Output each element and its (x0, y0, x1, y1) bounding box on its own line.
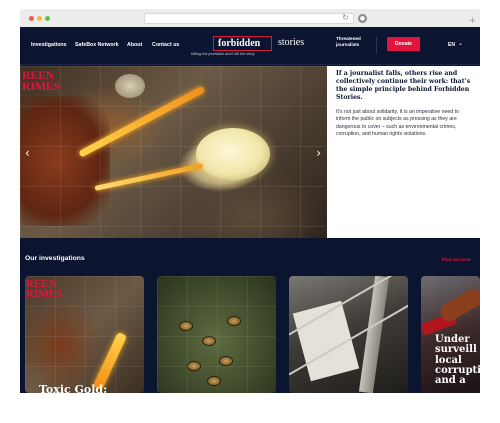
site-header: Investigations SafeBox Network About Con… (20, 27, 480, 65)
find-out-more-link[interactable]: Find out more (442, 257, 471, 262)
maximize-window-button[interactable] (45, 16, 50, 21)
hero-heading: If a journalist falls, others rise and c… (336, 70, 471, 101)
extension-icon[interactable]: ● (358, 14, 367, 23)
donate-button[interactable]: Donate (387, 37, 420, 51)
nav-about[interactable]: About (127, 42, 142, 48)
card-title: Under surveill local corrupti and a (435, 334, 480, 387)
hero-slider-image: REEN RIMES ‹ › (20, 66, 327, 238)
chevron-left-icon[interactable]: ‹ (25, 146, 30, 160)
header-divider (376, 37, 377, 54)
hero-body: It’s not just about solidarity. It is an… (336, 109, 459, 138)
new-tab-icon[interactable]: + (467, 16, 478, 27)
pole-shape (358, 276, 390, 393)
website: Investigations SafeBox Network About Con… (20, 27, 480, 393)
green-crimes-tag: REEN RIMES (26, 278, 63, 300)
chevron-down-icon[interactable]: ⌄ (458, 40, 463, 47)
minimize-window-button[interactable] (37, 16, 42, 21)
address-bar[interactable]: ↻ (144, 13, 354, 24)
threatened-journalists-link[interactable]: Threatened journalists (336, 36, 376, 48)
investigation-card[interactable]: REEN RIMES Toxic Gold: (25, 276, 144, 393)
nav-contact-us[interactable]: Contact us (152, 42, 179, 48)
investigation-card[interactable] (157, 276, 276, 393)
grid-overlay (157, 276, 276, 393)
green-crimes-tag: REEN RIMES (22, 68, 60, 93)
chevron-right-icon[interactable]: › (316, 146, 321, 160)
logo-tagline: Killing the journalist won't kill the st… (191, 52, 255, 56)
investigation-card[interactable]: Under surveill local corrupti and a (421, 276, 480, 393)
investigation-card[interactable] (289, 276, 408, 393)
card-title: Toxic Gold: (39, 383, 108, 393)
logo-main-text: forbidden (218, 38, 261, 49)
hero-text-panel: If a journalist falls, others rise and c… (327, 66, 480, 238)
grid-overlay (20, 66, 327, 238)
investigations-title: Our investigations (25, 255, 85, 262)
close-window-button[interactable] (29, 16, 34, 21)
reload-icon[interactable]: ↻ (342, 13, 349, 22)
browser-window-bar: ↻ ● + (20, 9, 480, 29)
nav-safebox-network[interactable]: SafeBox Network (75, 42, 119, 48)
arm-shape (437, 285, 480, 325)
page-bottom (20, 393, 480, 423)
logo-secondary-text: stories (278, 37, 305, 48)
language-selector[interactable]: EN (448, 42, 455, 48)
logo[interactable]: forbidden (213, 36, 272, 51)
nav-investigations[interactable]: Investigations (31, 42, 67, 48)
